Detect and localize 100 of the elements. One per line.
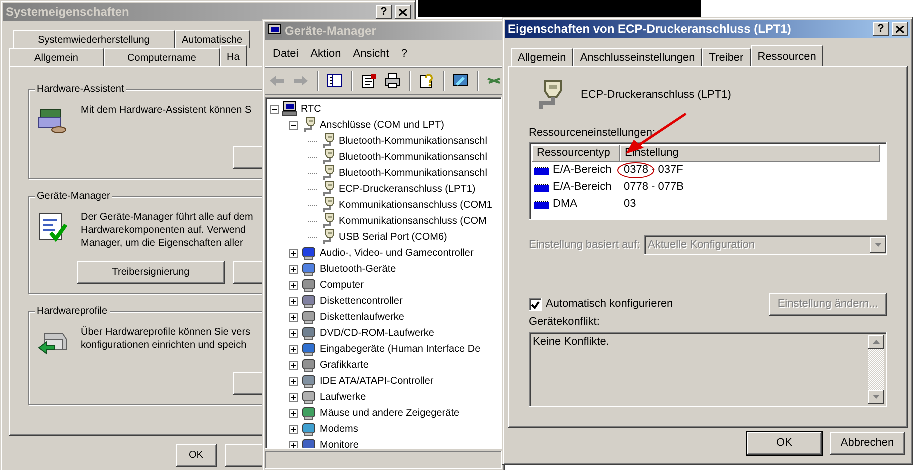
menu-item[interactable]: Aktion bbox=[304, 46, 348, 63]
device-icon bbox=[301, 325, 317, 341]
tree-item[interactable]: USB Serial Port (COM6) bbox=[339, 230, 448, 244]
tree-item[interactable]: Monitore bbox=[320, 438, 359, 448]
window-title: Systemeigenschaften bbox=[6, 6, 130, 18]
expand-toggle[interactable] bbox=[289, 440, 298, 448]
tab[interactable]: Allgemein bbox=[511, 48, 574, 66]
expand-toggle[interactable] bbox=[289, 328, 298, 338]
chip-icon bbox=[534, 200, 549, 208]
field-label: Einstellung basiert auf: bbox=[529, 238, 642, 252]
table-cell: DMA bbox=[553, 198, 578, 211]
device-name: ECP-Druckeranschluss (LPT1) bbox=[581, 88, 732, 102]
tab[interactable]: Automatische bbox=[175, 30, 250, 48]
tree-item[interactable]: Audio-, Video- und Gamecontroller bbox=[320, 246, 474, 260]
expand-toggle[interactable] bbox=[289, 424, 298, 434]
expand-toggle[interactable] bbox=[289, 296, 298, 306]
close-icon bbox=[896, 26, 904, 32]
device-icon bbox=[301, 405, 317, 421]
expand-toggle[interactable] bbox=[270, 104, 279, 114]
device-icon bbox=[301, 309, 317, 325]
tree-item[interactable]: Bluetooth-Kommunikationsanschl bbox=[339, 166, 488, 180]
device-icon bbox=[301, 341, 317, 357]
device-icon bbox=[301, 389, 317, 405]
menu-item[interactable]: Datei bbox=[267, 46, 305, 63]
properties-icon[interactable] bbox=[361, 73, 377, 89]
column-header[interactable]: Ressourcentyp bbox=[532, 145, 620, 162]
help-icon[interactable] bbox=[419, 73, 435, 89]
tree-item[interactable]: ECP-Druckeranschluss (LPT1) bbox=[339, 182, 476, 196]
ok-button[interactable]: OK bbox=[176, 444, 216, 467]
tree-item[interactable]: Bluetooth-Kommunikationsanschl bbox=[339, 150, 488, 164]
checkbox[interactable] bbox=[529, 298, 542, 311]
tab[interactable]: Anschlusseinstellungen bbox=[573, 48, 702, 66]
monitor-icon[interactable] bbox=[453, 73, 469, 89]
description-text: Der Geräte-Manager führt alle auf dem bbox=[81, 211, 254, 224]
tree-item[interactable]: Modems bbox=[320, 422, 358, 436]
port-icon bbox=[301, 117, 317, 133]
expand-toggle[interactable] bbox=[289, 120, 298, 130]
expand-toggle[interactable] bbox=[289, 312, 298, 322]
device-icon bbox=[301, 261, 317, 277]
tab[interactable]: Computername bbox=[104, 48, 220, 66]
tree-item[interactable]: Kommunikationsanschluss (COM bbox=[339, 214, 487, 228]
tree-item[interactable]: IDE ATA/ATAPI-Controller bbox=[320, 374, 434, 388]
expand-toggle[interactable] bbox=[289, 248, 298, 258]
computer-icon bbox=[282, 101, 298, 117]
table-cell: 03 bbox=[624, 198, 636, 210]
port-icon bbox=[320, 165, 336, 181]
conflict-text: Keine Konflikte. bbox=[533, 336, 610, 348]
description-text: Manager, um die Eigenschaften aller bbox=[81, 237, 244, 250]
device-icon bbox=[301, 277, 317, 293]
column-header[interactable]: Einstellung bbox=[620, 145, 880, 162]
checkmark-icon bbox=[531, 300, 540, 308]
tree-item[interactable]: Kommunikationsanschluss (COM1 bbox=[339, 198, 492, 212]
tree-item[interactable]: Diskettenlaufwerke bbox=[320, 310, 404, 324]
description-text: Hardwarekomponenten auf. Verwend bbox=[81, 224, 248, 237]
tab[interactable]: Systemwiederherstellung bbox=[13, 30, 175, 48]
expand-toggle[interactable] bbox=[289, 360, 298, 370]
tree-item[interactable]: Laufwerke bbox=[320, 390, 366, 404]
close-button[interactable] bbox=[892, 22, 908, 36]
help-button[interactable]: ? bbox=[376, 5, 392, 19]
expand-toggle[interactable] bbox=[289, 264, 298, 274]
close-button[interactable] bbox=[395, 5, 411, 19]
printer-icon[interactable] bbox=[385, 73, 401, 89]
expand-toggle[interactable] bbox=[289, 392, 298, 402]
expand-toggle[interactable] bbox=[289, 344, 298, 354]
action-button[interactable]: Treibersignierung bbox=[77, 261, 225, 284]
tab[interactable]: Ressourcen bbox=[750, 45, 824, 66]
menu-item[interactable]: Ansicht bbox=[347, 46, 396, 63]
group-title: Hardwareprofile bbox=[35, 305, 110, 318]
table-cell: E/A-Bereich bbox=[553, 164, 612, 177]
tree-item[interactable]: Diskettencontroller bbox=[320, 294, 403, 308]
tree-item[interactable]: Bluetooth-Kommunikationsanschl bbox=[339, 134, 488, 148]
tree-item[interactable]: DVD/CD-ROM-Laufwerke bbox=[320, 326, 434, 340]
menu-item[interactable]: ? bbox=[395, 46, 414, 63]
tree-item[interactable]: Eingabegeräte (Human Interface De bbox=[320, 342, 481, 356]
scroll-up-button[interactable] bbox=[868, 335, 884, 349]
device-icon bbox=[301, 245, 317, 261]
expand-toggle[interactable] bbox=[289, 408, 298, 418]
help-button[interactable]: ? bbox=[873, 22, 889, 36]
description-text: Mit dem Hardware-Assistent können S bbox=[81, 104, 253, 117]
tree-item[interactable]: Computer bbox=[320, 278, 364, 292]
tab[interactable]: Ha bbox=[220, 45, 247, 66]
tab[interactable]: Allgemein bbox=[9, 48, 104, 66]
expand-toggle[interactable] bbox=[289, 280, 298, 290]
dialog-button[interactable]: OK bbox=[747, 432, 822, 455]
device-manager-icon bbox=[37, 211, 69, 243]
dialog-button[interactable]: Abbrechen bbox=[830, 432, 905, 455]
checkbox-label[interactable]: Automatisch konfigurieren bbox=[546, 298, 674, 311]
dropdown-arrow-icon bbox=[874, 243, 882, 247]
scroll-down-button[interactable] bbox=[868, 390, 884, 404]
tree-item[interactable]: Grafikkarte bbox=[320, 358, 369, 372]
port-icon bbox=[320, 213, 336, 229]
up-arrow-icon bbox=[872, 340, 880, 344]
dialog-button[interactable] bbox=[224, 444, 265, 467]
pane-icon[interactable] bbox=[327, 73, 343, 89]
tree-item[interactable]: Bluetooth-Geräte bbox=[320, 262, 396, 276]
tree-item[interactable]: RTC bbox=[301, 102, 322, 116]
tree-item[interactable]: Anschlüsse (COM und LPT) bbox=[320, 118, 444, 132]
expand-toggle[interactable] bbox=[289, 376, 298, 386]
tree-item[interactable]: Mäuse und andere Zeigegeräte bbox=[320, 406, 460, 420]
tab[interactable]: Treiber bbox=[702, 48, 751, 66]
